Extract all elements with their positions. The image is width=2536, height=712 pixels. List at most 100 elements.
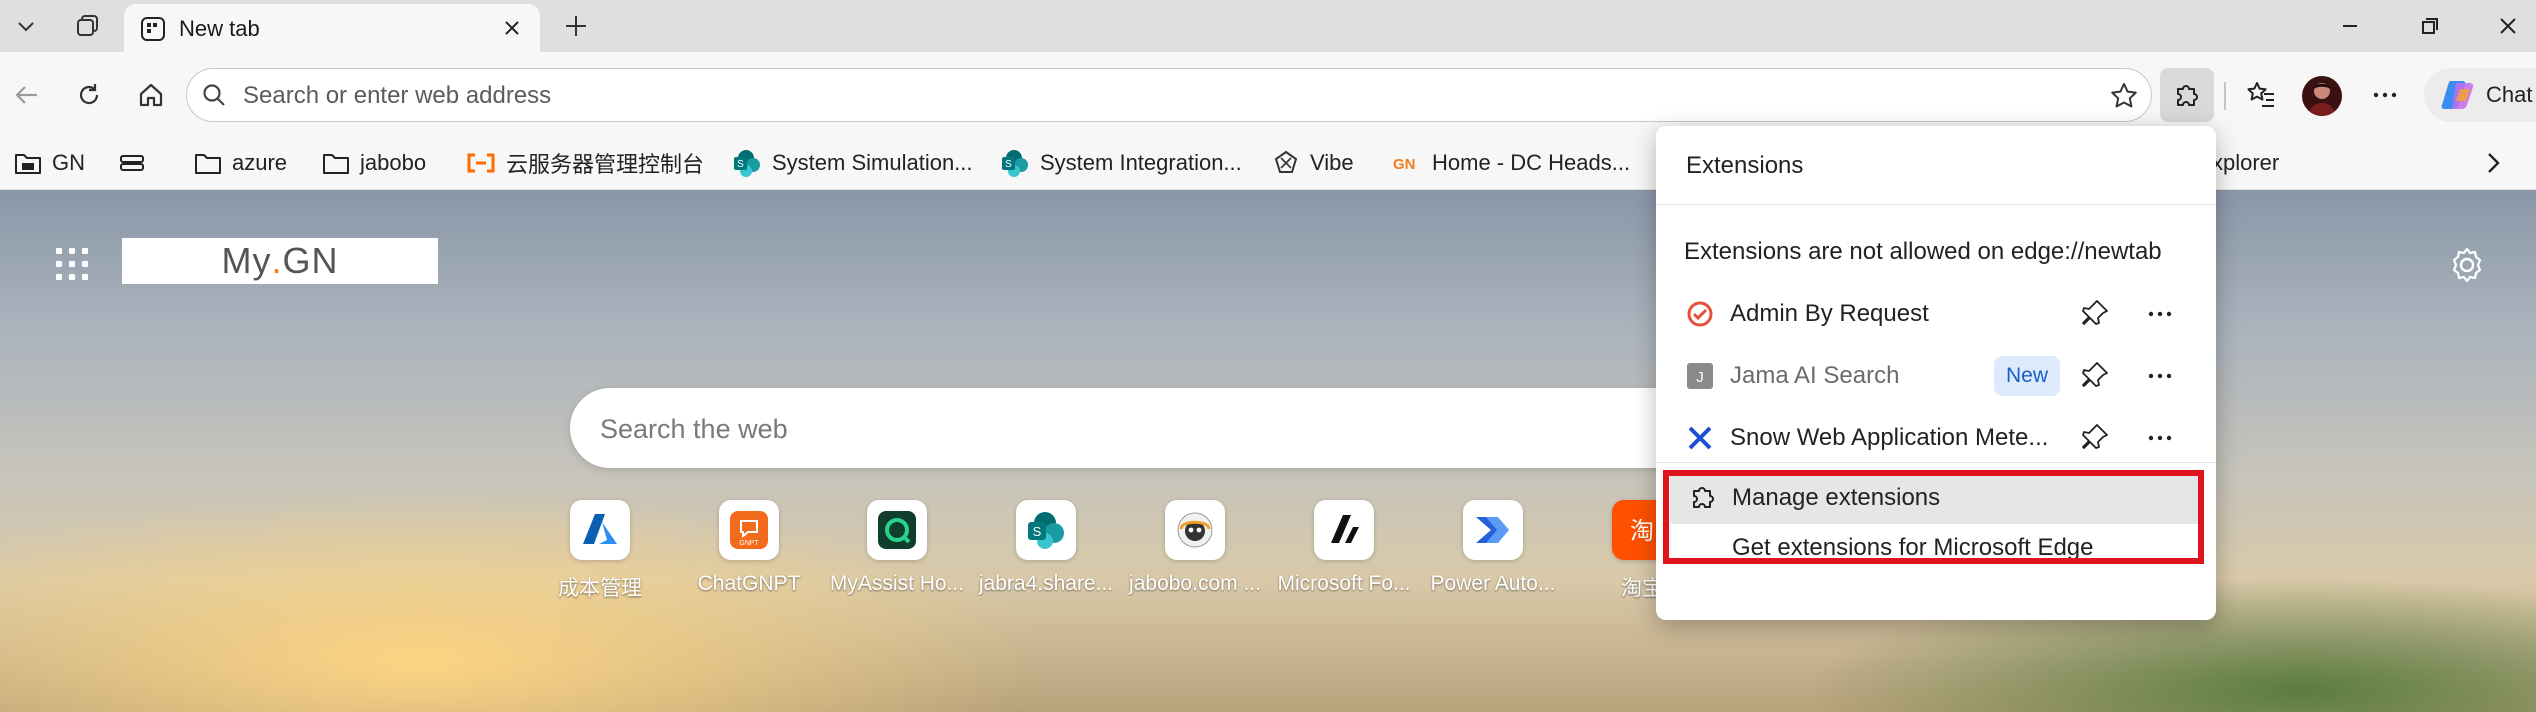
search-icon (201, 82, 227, 108)
favorite-system-integration[interactable]: S System Integration... (1000, 138, 1242, 188)
close-window-icon[interactable] (2470, 0, 2536, 52)
panel-title: Extensions (1686, 152, 1804, 179)
panel-divider (1656, 204, 2216, 205)
favorite-label: System Simulation... (772, 150, 973, 175)
extension-item-snow-web-application-meter[interactable]: Snow Web Application Mete... (1656, 406, 2216, 468)
favorites-icon[interactable] (2238, 72, 2284, 118)
address-input[interactable] (241, 77, 2045, 115)
svg-text:J: J (1696, 369, 1704, 386)
tile-label: Microsoft Fo... (1277, 572, 1411, 595)
minimize-icon[interactable] (2312, 0, 2388, 52)
chatgnpt-icon: GNPT (719, 500, 779, 560)
profile-avatar[interactable] (2302, 76, 2342, 116)
brand-dot: . (271, 240, 283, 281)
more-options-icon[interactable] (2146, 424, 2174, 452)
app-launcher-icon[interactable] (56, 248, 88, 280)
favorite-aliyun[interactable]: 云服务器管理控制台 (466, 138, 704, 188)
highlight-box (1663, 470, 2204, 564)
chevron-right-icon[interactable] (2478, 148, 2508, 178)
tile-label: MyAssist Ho... (829, 572, 965, 595)
jabobo-icon (1165, 500, 1225, 560)
favorite-label: System Integration... (1040, 150, 1242, 175)
copilot-chat-button[interactable]: Chat (2424, 68, 2536, 122)
svg-text:GN: GN (1393, 156, 1416, 173)
snow-icon (1686, 424, 1714, 452)
svg-text:S: S (1033, 524, 1042, 539)
favorite-jabobo[interactable]: jabobo (322, 138, 426, 188)
close-tab-icon[interactable] (498, 14, 526, 42)
more-options-icon[interactable] (2146, 362, 2174, 390)
favorite-label: azure (232, 150, 288, 175)
favorite-home-dc-heads[interactable]: GN Home - DC Heads... (1392, 138, 1630, 188)
tile-label: ChatGNPT (697, 572, 801, 595)
tile-label: 成本管理 (558, 577, 642, 600)
settings-gear-icon[interactable] (2448, 246, 2486, 284)
favorite-gn[interactable]: GN (14, 138, 85, 188)
favorite-label: Vibe (1310, 150, 1354, 175)
address-bar[interactable] (186, 68, 2152, 122)
svg-text:GNPT: GNPT (739, 540, 759, 547)
pin-icon[interactable] (2080, 298, 2110, 328)
quick-link-tile[interactable]: S jabra4.share... (976, 500, 1116, 595)
svg-text:S: S (737, 159, 744, 170)
sharepoint-icon: S (732, 148, 762, 178)
favorite-label: GN (52, 150, 85, 175)
tab-new-tab[interactable]: New tab (124, 4, 540, 52)
favorite-stack[interactable] (118, 138, 156, 188)
stack-icon (118, 151, 146, 175)
extensions-button[interactable] (2160, 68, 2214, 122)
sharepoint-icon: S (1016, 500, 1076, 560)
web-search-input[interactable] (598, 408, 1502, 450)
home-icon[interactable] (128, 72, 174, 118)
tile-label: jabobo.com ... (1129, 572, 1261, 595)
brand-logo: My. GN (122, 238, 438, 284)
extension-name: Snow Web Application Mete... (1730, 424, 2049, 451)
copilot-icon (2441, 81, 2474, 109)
jama-icon: J (1686, 362, 1714, 390)
quick-link-tile[interactable]: Microsoft Fo... (1274, 500, 1414, 595)
extension-item-jama-ai-search[interactable]: J Jama AI Search New (1656, 344, 2216, 406)
favorite-vibe[interactable]: Vibe (1272, 138, 1354, 188)
vibe-icon (1272, 149, 1300, 177)
favorite-explorer[interactable]: xplorer (2212, 138, 2279, 188)
gn-icon: GN (1392, 151, 1422, 175)
quick-link-tile[interactable]: jabobo.com ... (1125, 500, 1265, 595)
quick-link-tile[interactable]: Power Auto... (1423, 500, 1563, 595)
quick-link-tile[interactable]: 成本管理 (530, 500, 670, 600)
favorite-label: Home - DC Heads... (1432, 150, 1631, 175)
azure-icon (570, 500, 630, 560)
brand-prefix: My (221, 240, 272, 281)
power-automate-icon (1463, 500, 1523, 560)
web-search-box[interactable] (570, 388, 1770, 468)
new-tab-button[interactable] (556, 6, 596, 46)
folder-icon (194, 151, 222, 175)
aliyun-icon (466, 151, 496, 175)
quick-link-tile[interactable]: GNPT ChatGNPT (679, 500, 819, 595)
svg-text:淘: 淘 (1630, 517, 1654, 545)
back-arrow-icon[interactable] (4, 72, 50, 118)
favorite-system-simulation[interactable]: S System Simulation... (732, 138, 973, 188)
quick-link-tile[interactable]: MyAssist Ho... (827, 500, 967, 595)
favorite-label: jabobo (360, 150, 427, 175)
sharepoint-icon: S (1000, 148, 1030, 178)
workspaces-icon[interactable] (68, 6, 108, 46)
refresh-icon[interactable] (66, 72, 112, 118)
favorite-label: 云服务器管理控制台 (506, 152, 705, 177)
favorite-azure[interactable]: azure (194, 138, 287, 188)
pin-icon[interactable] (2080, 422, 2110, 452)
folder-icon (14, 151, 42, 175)
extension-item-admin-by-request[interactable]: Admin By Request (1656, 282, 2216, 344)
restore-icon[interactable] (2392, 0, 2468, 52)
puzzle-icon (2177, 85, 2198, 106)
tile-label: jabra4.share... (978, 572, 1114, 595)
pin-icon[interactable] (2080, 360, 2110, 390)
tab-actions-chevron-icon[interactable] (6, 6, 46, 46)
admin-by-request-icon (1686, 300, 1714, 328)
svg-text:S: S (1005, 159, 1012, 170)
new-badge: New (1994, 356, 2060, 396)
tab-title: New tab (179, 16, 260, 41)
more-options-icon[interactable] (2362, 72, 2408, 118)
more-options-icon[interactable] (2146, 300, 2174, 328)
favorite-star-icon[interactable] (2109, 81, 2139, 111)
copilot-label: Chat (2486, 82, 2533, 107)
